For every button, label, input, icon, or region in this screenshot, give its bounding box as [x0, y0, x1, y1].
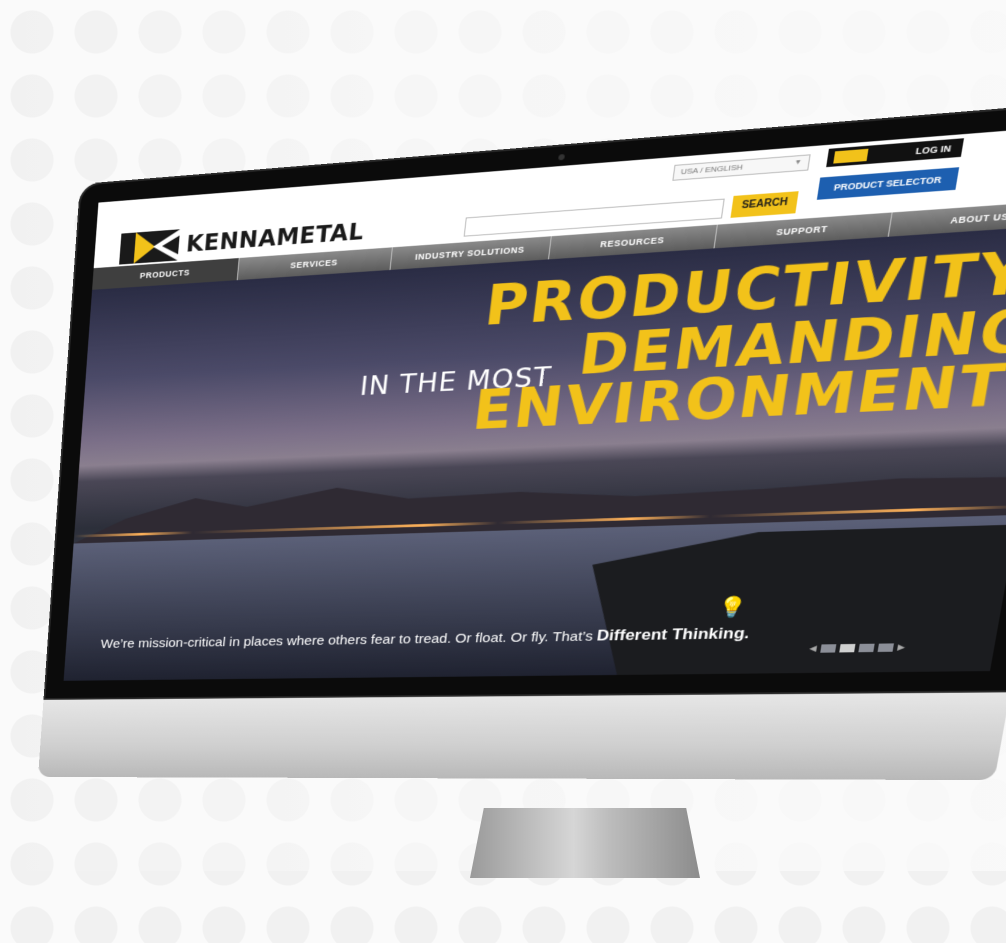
- logo-mark-icon: [119, 229, 181, 265]
- search-button[interactable]: SEARCH: [730, 191, 799, 218]
- camera-icon: [558, 153, 565, 161]
- imac-monitor: KENNAMETAL USA / ENGLISH ▼ LOG IN PRODUC…: [28, 98, 1006, 942]
- monitor-chin: [38, 692, 1006, 781]
- carousel-dot-active[interactable]: [839, 643, 856, 653]
- hero-banner[interactable]: PRODUCTIVITY IN THE MOST DEMANDING ENVIR…: [63, 224, 1006, 681]
- carousel-dot[interactable]: [877, 643, 894, 652]
- login-button[interactable]: LOG IN: [826, 138, 964, 168]
- chevron-down-icon: ▼: [793, 158, 803, 167]
- website-screen: KENNAMETAL USA / ENGLISH ▼ LOG IN PRODUC…: [63, 124, 1006, 681]
- product-selector-button[interactable]: PRODUCT SELECTOR: [816, 167, 960, 200]
- monitor-bezel: KENNAMETAL USA / ENGLISH ▼ LOG IN PRODUC…: [43, 98, 1006, 700]
- hero-tagline-bold: Different Thinking.: [595, 624, 751, 645]
- carousel-prev-icon[interactable]: ◀: [809, 644, 818, 654]
- login-label: LOG IN: [914, 143, 952, 157]
- carousel-dot[interactable]: [858, 643, 875, 653]
- lightbulb-icon: 💡: [716, 595, 749, 619]
- carousel-pager: ◀ ▶: [809, 642, 906, 653]
- language-select[interactable]: USA / ENGLISH ▼: [672, 154, 811, 181]
- language-value: USA / ENGLISH: [680, 162, 744, 177]
- carousel-dot[interactable]: [820, 644, 837, 653]
- kennametal-mini-logo-icon: [833, 148, 869, 164]
